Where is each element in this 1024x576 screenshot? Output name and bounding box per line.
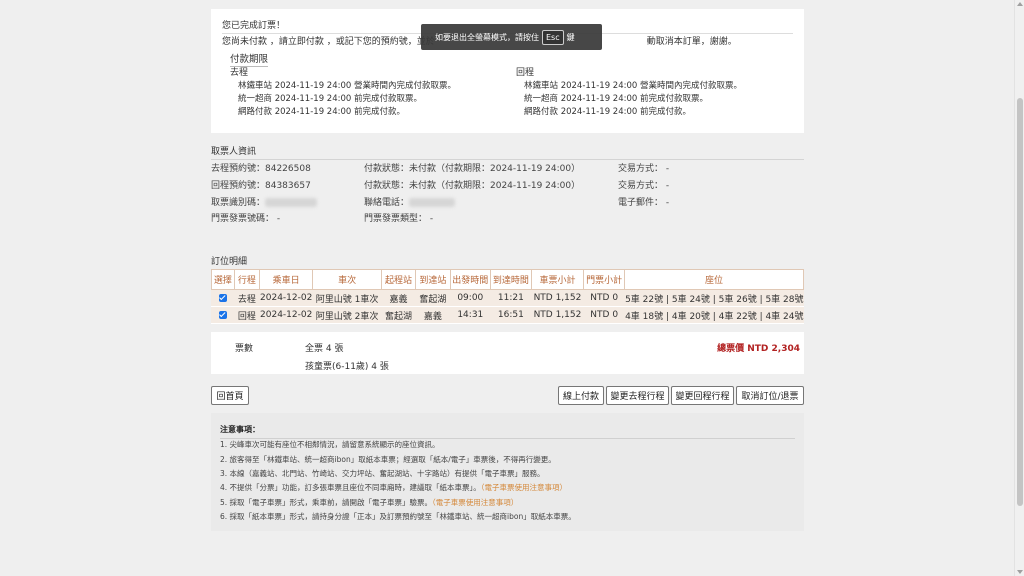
- esc-key: Esc: [542, 29, 564, 45]
- cell-fare: NTD 1,152: [530, 289, 584, 307]
- child-ticket-count: 孩童票(6-11歲) 4 張: [305, 362, 389, 372]
- notes-title: 注意事項：: [220, 424, 795, 439]
- note-item: 4. 不提供「分票」功能，訂多張車票且座位不同車廂時，建議取「紙本車票」。（電子…: [220, 482, 567, 493]
- column-header: 行程: [233, 269, 261, 290]
- booking-table: 選擇 行程 乘車日 車次 起程站 到達站 出發時間 到達時間 車票小計 門票小計…: [211, 269, 804, 324]
- cell-arrive: 16:51: [490, 306, 532, 324]
- note-item: 6. 採取「紙本車票」形式，請持身分證「正本」及訂票預約號至「林鐵車站、統一超商…: [220, 512, 576, 521]
- cell-from: 奮起湖: [380, 306, 416, 324]
- cell-fare: NTD 1,152: [530, 306, 584, 324]
- return-payment-status: 付款狀態：未付款（付款期限：2024-11-19 24:00）: [364, 181, 581, 191]
- column-header: 車票小計: [530, 269, 585, 290]
- outbound-payment-status: 付款狀態：未付款（付款期限：2024-11-19 24:00）: [364, 164, 581, 174]
- checkbox-checked-icon[interactable]: [218, 310, 227, 319]
- cell-trip: 回程: [233, 306, 260, 324]
- adult-ticket-count: 全票 4 張: [305, 344, 344, 354]
- notice-start: 您尚未付款 ，請立即付款 ，或記下您的預約號，並於: [222, 37, 435, 47]
- return-booking-number: 回程預約號：84383657: [211, 181, 311, 191]
- outbound-deadline: 去程 林鐵車站 2024-11-19 24:00 營業時間內完成付款取票。 統一…: [230, 65, 456, 119]
- outbound-line: 網路付款 2024-11-19 24:00 前完成付款。: [238, 107, 406, 117]
- ticket-count-label: 票數: [235, 344, 254, 354]
- change-outbound-button[interactable]: 變更去程行程: [606, 386, 669, 405]
- column-header: 出發時間: [449, 269, 492, 290]
- outbound-label: 去程: [230, 68, 249, 78]
- cell-gate-fare: NTD 0: [583, 289, 625, 307]
- notes-panel: 注意事項： 1. 尖峰車次可能有座位不相鄰情況，請留意系統顯示的座位資訊。 2.…: [211, 413, 804, 531]
- cell-from: 嘉義: [380, 289, 416, 307]
- page-scrollbar[interactable]: [1014, 0, 1024, 576]
- invoice-type: 門票發票類型： -: [364, 214, 434, 224]
- checkbox-checked-icon[interactable]: [218, 293, 227, 302]
- home-button[interactable]: 回首頁: [211, 386, 249, 405]
- note-item: 2. 旅客得至「林鐵車站、統一超商ibon」取紙本車票；經選取「紙本/電子」車票…: [220, 455, 556, 464]
- contact-phone: 聯絡電話：: [364, 195, 456, 208]
- cell-seats: 5車 22號 | 5車 24號 | 5車 26號 | 5車 28號: [624, 289, 804, 307]
- notice-end: 動取消本訂單，謝謝。: [646, 37, 737, 47]
- toast-text-after: 鍵: [566, 32, 575, 42]
- cell-to: 奮起湖: [415, 289, 451, 307]
- redacted-value: [265, 198, 318, 207]
- cell-date: 2024-12-02: [259, 306, 313, 324]
- email: 電子郵件： -: [618, 198, 670, 208]
- note-text: 4. 不提供「分票」功能，訂多張車票且座位不同車廂時，建議取「紙本車票」。: [220, 483, 481, 492]
- column-header: 車次: [312, 269, 382, 290]
- note-text: 5. 採取「電子車票」形式，乘車前，請開啟「電子車票」驗票。: [220, 498, 433, 507]
- column-header: 座位: [624, 269, 804, 290]
- change-return-button[interactable]: 變更回程行程: [671, 386, 734, 405]
- return-line: 統一超商 2024-11-19 24:00 前完成付款取票。: [524, 94, 709, 104]
- pickup-id: 取票識別碼：: [211, 195, 318, 208]
- scroll-down-icon[interactable]: [1017, 570, 1023, 574]
- column-header: 到達站: [415, 269, 451, 290]
- redacted-value: [409, 198, 456, 207]
- cell-arrive: 11:21: [490, 289, 532, 307]
- column-header: 選擇: [211, 269, 235, 290]
- return-label: 回程: [516, 68, 535, 78]
- ticket-holder-heading: 取票人資訊: [211, 144, 804, 160]
- column-header: 起程站: [380, 269, 417, 290]
- column-header: 到達時間: [490, 269, 532, 290]
- note-item: 3. 本線（嘉義站、北門站、竹崎站、交力坪站、奮起湖站、十字路站）有提供「電子車…: [220, 469, 545, 478]
- booking-detail-heading: 訂位明細: [211, 254, 804, 270]
- pickup-id-label: 取票識別碼：: [211, 198, 266, 208]
- table-row: 回程 2024-12-02 阿里山號 2車次 奮起湖 嘉義 14:31 16:5…: [211, 306, 804, 324]
- ticket-summary: 票數 全票 4 張 孩童票(6-11歲) 4 張 總票價 NTD 2,304: [211, 332, 804, 374]
- toast-text: 如要退出全螢幕模式，請按住: [435, 32, 539, 42]
- cell-depart: 14:31: [449, 306, 491, 324]
- return-transaction: 交易方式： -: [618, 181, 670, 191]
- online-pay-button[interactable]: 線上付款: [558, 386, 604, 405]
- table-row: 去程 2024-12-02 阿里山號 1車次 嘉義 奮起湖 09:00 11:2…: [211, 289, 804, 307]
- column-header: 乘車日: [259, 269, 314, 290]
- cell-train: 阿里山號 2車次: [312, 306, 382, 324]
- cell-depart: 09:00: [449, 289, 491, 307]
- outbound-line: 統一超商 2024-11-19 24:00 前完成付款取票。: [238, 94, 423, 104]
- e-ticket-notice-link[interactable]: （電子車票使用注意事項）: [432, 498, 518, 507]
- note-item: 5. 採取「電子車票」形式，乘車前，請開啟「電子車票」驗票。（電子車票使用注意事…: [220, 497, 518, 508]
- cell-seats: 4車 18號 | 4車 20號 | 4車 22號 | 4車 24號: [624, 306, 804, 324]
- cell-trip: 去程: [233, 289, 260, 307]
- scroll-up-icon[interactable]: [1017, 2, 1023, 6]
- row-select[interactable]: [211, 306, 235, 324]
- row-select[interactable]: [211, 289, 235, 307]
- cell-date: 2024-12-02: [259, 289, 313, 307]
- outbound-booking-number: 去程預約號：84226508: [211, 164, 311, 174]
- cell-to: 嘉義: [415, 306, 451, 324]
- return-line: 網路付款 2024-11-19 24:00 前完成付款。: [524, 107, 692, 117]
- scrollbar-thumb[interactable]: [1017, 98, 1023, 506]
- return-line: 林鐵車站 2024-11-19 24:00 營業時間內完成付款取票。: [524, 81, 743, 91]
- fullscreen-toast: 如要退出全螢幕模式，請按住 Esc 鍵: [421, 24, 602, 50]
- table-header-row: 選擇 行程 乘車日 車次 起程站 到達站 出發時間 到達時間 車票小計 門票小計…: [211, 269, 804, 290]
- cell-gate-fare: NTD 0: [583, 306, 625, 324]
- invoice-code: 門票發票號碼： -: [211, 214, 281, 224]
- total-price: 總票價 NTD 2,304: [717, 344, 800, 354]
- cancel-refund-button[interactable]: 取消訂位/退票: [736, 386, 804, 405]
- outbound-transaction: 交易方式： -: [618, 164, 670, 174]
- note-item: 1. 尖峰車次可能有座位不相鄰情況，請留意系統顯示的座位資訊。: [220, 440, 440, 449]
- cell-train: 阿里山號 1車次: [312, 289, 382, 307]
- outbound-line: 林鐵車站 2024-11-19 24:00 營業時間內完成付款取票。: [238, 81, 457, 91]
- phone-label: 聯絡電話：: [364, 198, 410, 208]
- column-header: 門票小計: [583, 269, 626, 290]
- return-deadline: 回程 林鐵車站 2024-11-19 24:00 營業時間內完成付款取票。 統一…: [516, 65, 742, 119]
- e-ticket-notice-link[interactable]: （電子車票使用注意事項）: [481, 483, 567, 492]
